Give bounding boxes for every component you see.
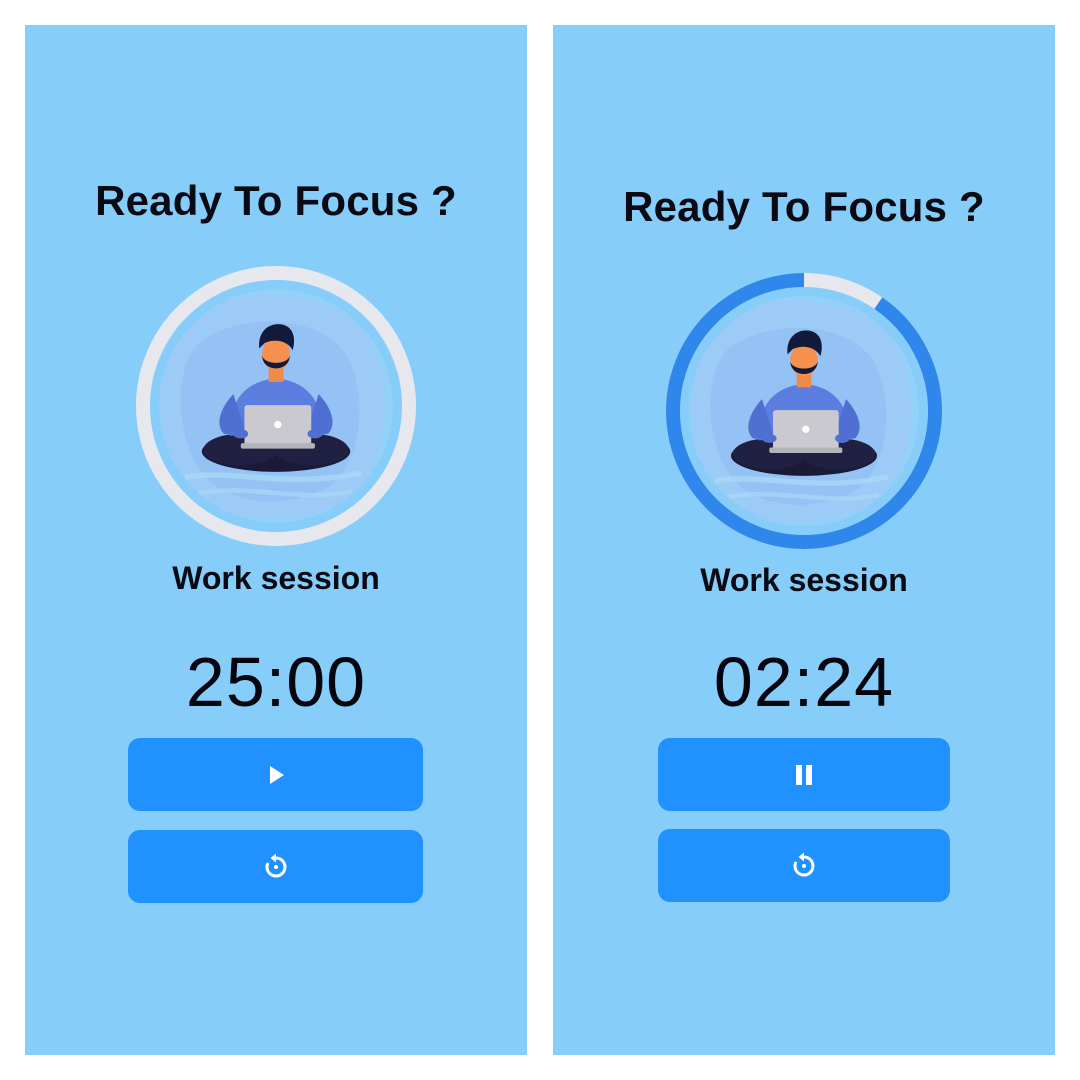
focus-screen-idle: Ready To Focus ? Work session 25:00 bbox=[25, 25, 527, 1055]
focus-screen-running: Ready To Focus ? Work session 02:24 bbox=[553, 25, 1055, 1055]
reset-icon bbox=[265, 853, 286, 877]
pause-button[interactable] bbox=[658, 738, 950, 811]
reset-button[interactable] bbox=[658, 829, 950, 902]
meditating-person-illustration bbox=[678, 295, 920, 527]
timer-display: 25:00 bbox=[185, 643, 367, 721]
start-button[interactable] bbox=[128, 738, 423, 811]
session-label: Work session bbox=[700, 562, 908, 598]
page-title: Ready To Focus ? bbox=[623, 183, 985, 230]
pause-icon bbox=[796, 764, 812, 785]
play-icon bbox=[269, 765, 284, 784]
page-title: Ready To Focus ? bbox=[95, 177, 457, 224]
session-label: Work session bbox=[172, 560, 380, 596]
timer-display: 02:24 bbox=[713, 643, 895, 721]
reset-icon bbox=[793, 852, 815, 876]
meditating-person-illustration bbox=[159, 289, 393, 523]
reset-button[interactable] bbox=[128, 830, 423, 903]
